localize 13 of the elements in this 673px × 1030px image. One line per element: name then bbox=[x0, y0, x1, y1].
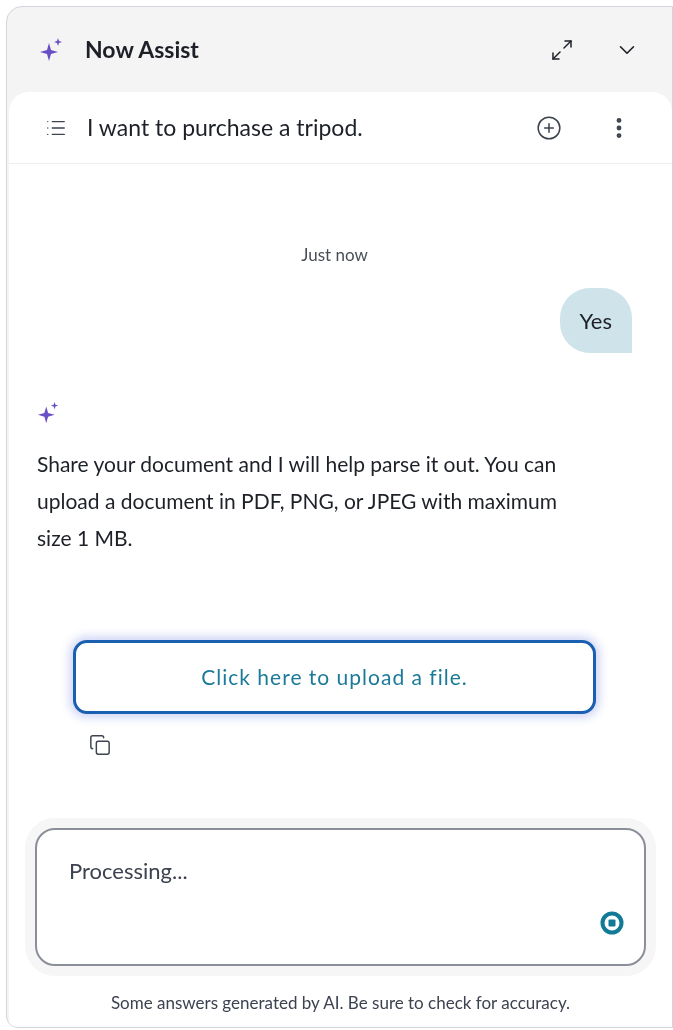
upload-file-button[interactable]: Click here to upload a file. bbox=[73, 639, 596, 714]
stop-icon[interactable] bbox=[600, 910, 624, 935]
sparkle-icon bbox=[37, 400, 61, 425]
message-input[interactable]: Processing... bbox=[35, 827, 646, 966]
panel-title: Now Assist bbox=[85, 34, 200, 66]
new-chat-icon[interactable] bbox=[536, 114, 562, 141]
message-timestamp: Just now bbox=[301, 243, 368, 267]
assistant-message: Share your document and I will help parse it out. You can upload a document in PDF, PNG, or JPEG with maximum size 1 MB. bbox=[37, 449, 558, 552]
conversation-title: I want to purchase a tripod. bbox=[87, 112, 364, 144]
ai-disclaimer: Some answers generated by AI. Be sure to check for accuracy. bbox=[110, 990, 571, 1015]
copy-icon[interactable] bbox=[89, 733, 111, 756]
user-message-bubble: Yes bbox=[559, 287, 632, 353]
expand-icon[interactable] bbox=[550, 37, 574, 62]
